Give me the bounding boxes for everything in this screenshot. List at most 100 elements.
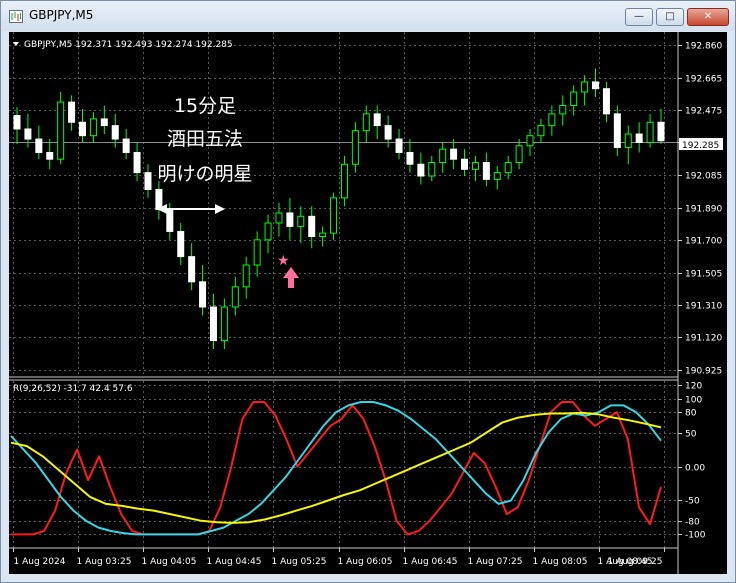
price-grid [9,32,678,376]
price-axis-label: 192.665 [685,75,722,85]
candle-body [428,162,436,177]
candle-body [504,162,512,174]
candle-body [657,121,665,142]
candle [100,105,108,135]
candle-body [144,172,152,190]
candle-body [592,81,600,90]
candle [46,139,54,170]
candle [78,108,86,143]
current-price-marker: 192.285 [679,138,723,151]
candle-body [635,133,643,143]
candle [635,122,643,153]
candle-body [46,151,54,160]
close-button[interactable]: ✕ [687,8,729,26]
candle [613,105,621,156]
indicator-axis-label: 100 [685,396,702,406]
annotation-line-1: 15分足 [174,95,236,117]
chart-area[interactable]: 1 Aug 2024 1 Aug 03:25 1 Aug 04:05 1 Aug 04… [9,32,727,576]
candle [297,206,305,244]
candle [570,85,578,116]
candle [351,122,359,173]
candle [602,81,610,123]
candle [242,256,250,299]
minimize-button[interactable]: — [625,8,653,26]
candle [209,293,217,350]
candle [13,107,21,145]
candle [395,128,403,160]
time-label: 1 Aug 06:45 [403,557,458,567]
candle-body [13,115,21,130]
candle-body [537,125,545,137]
candle [188,243,196,291]
candle [89,112,97,143]
price-axis-label: 191.310 [685,302,722,312]
maximize-button[interactable]: □ [656,8,684,26]
candle-body [308,215,316,237]
candle [493,165,501,190]
candle-body [602,88,610,115]
time-label: 1 Aug 03:25 [77,557,132,567]
candle-body [319,232,327,237]
candle-body [581,81,589,93]
candle-body [493,172,501,180]
candle [275,202,283,237]
time-label: 1 Aug 04:45 [207,557,262,567]
candle-body [330,197,338,234]
candle [35,125,43,160]
candle-body [570,91,578,106]
candle [68,95,76,131]
candle-body [133,151,141,174]
indicator-axis-label: 50 [685,430,697,440]
candle-body [362,113,370,132]
price-axis-label: 190.925 [685,367,722,377]
candle-body [242,264,250,288]
candle [340,155,348,207]
candle-body [155,188,163,211]
candle [439,142,447,173]
time-label: 1 Aug 04:05 [142,557,197,567]
candle [155,181,163,220]
candle [264,214,272,254]
window-title: GBPJPY,M5 [29,8,94,22]
chart-svg[interactable]: 1 Aug 2024 1 Aug 03:25 1 Aug 04:05 1 Aug 04… [9,32,727,576]
price-axis-label: 192.085 [685,172,722,182]
candle-body [417,163,425,177]
candle-body [559,104,567,115]
candle [428,155,436,182]
annotation: 15分足 酒田五法 明けの明星 ★ [157,95,299,288]
time-label: 1 Aug 2024 [14,557,66,567]
candle [515,139,523,170]
candle-body [199,281,207,308]
candle [581,75,589,106]
candle-body [68,101,76,123]
candle-body [351,130,359,165]
candle-body [111,125,119,140]
candle-body [264,222,272,241]
candle-body [78,121,86,137]
time-label: 1 Aug 09:25 [608,557,663,567]
indicator-header: R(9,26,52) -31.7 42.4 57.6 [13,384,133,394]
indicator-lines [10,401,662,536]
title-bar[interactable]: GBPJPY,M5 — □ ✕ [1,1,735,31]
annotation-line-3: 明けの明星 [157,163,252,185]
candle-body [24,128,32,140]
candle-body [526,135,534,147]
candle [231,276,239,316]
candle-body [100,118,108,127]
candle-body [406,151,414,165]
time-label: 1 Aug 07:25 [468,557,523,567]
star-icon: ★ [277,253,290,269]
candle [526,128,534,156]
candle [253,231,261,277]
candle [624,125,632,165]
indicator-axis-label: 120 [685,382,702,392]
candle-body [177,230,185,258]
candle-body [548,113,556,127]
price-axis-label: 191.120 [685,334,722,344]
time-label: 1 Aug 05:25 [272,557,327,567]
price-axis-label: 191.890 [685,205,722,215]
indicator-axis-label: -80 [685,518,700,528]
indicator-axis-label: 80 [685,409,697,419]
candle-body [297,215,305,227]
candle-body [166,209,174,232]
